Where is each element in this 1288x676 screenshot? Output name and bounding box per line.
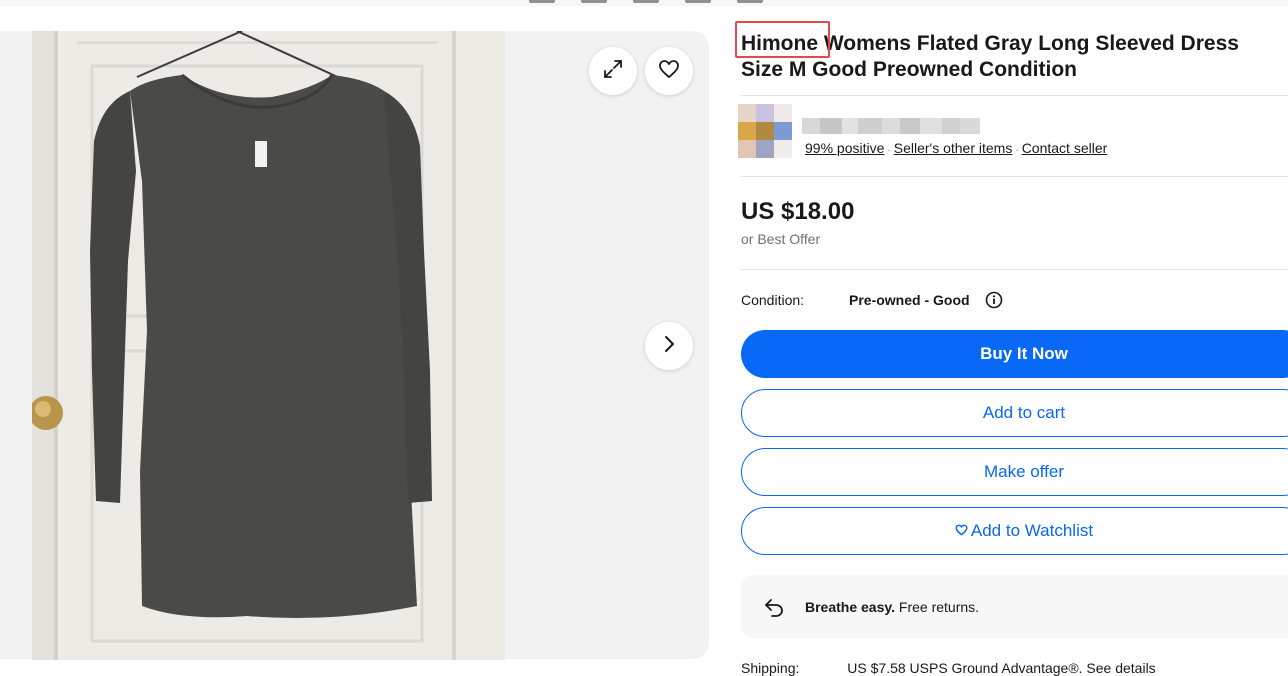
return-arrow-icon	[763, 596, 785, 623]
best-offer-text: or Best Offer	[741, 231, 821, 247]
heart-icon	[658, 59, 680, 84]
divider-title	[741, 95, 1288, 96]
shipping-text: US $7.58 USPS Ground Advantage®. See det…	[847, 660, 1156, 676]
thumbnail-strip-1[interactable]	[529, 0, 555, 3]
returns-bold: Breathe easy.	[805, 599, 896, 615]
thumbnail-strip-3[interactable]	[633, 0, 659, 3]
shipping-row: Shipping: US $7.58 USPS Ground Advantage…	[741, 660, 1156, 676]
divider-price	[741, 269, 1288, 270]
add-to-cart-button[interactable]: Add to cart	[741, 389, 1288, 437]
condition-value: Pre-owned - Good	[849, 292, 970, 308]
product-photo[interactable]	[32, 31, 505, 660]
thumbnail-strip-5[interactable]	[737, 0, 763, 3]
watchlist-heart-button[interactable]	[645, 47, 693, 95]
returns-text: Breathe easy. Free returns.	[805, 599, 979, 615]
thumbnail-strip-4[interactable]	[685, 0, 711, 3]
seller-links: 99% positive · Seller's other items · Contac…	[805, 140, 1107, 156]
buy-it-now-button[interactable]: Buy It Now	[741, 330, 1288, 378]
seller-other-items-link[interactable]: Seller's other items	[894, 140, 1013, 156]
expand-icon	[602, 58, 624, 85]
divider-seller	[741, 176, 1288, 177]
separator: ·	[1015, 145, 1019, 156]
price: US $18.00	[741, 198, 855, 225]
seller-feedback-link[interactable]: 99% positive	[805, 140, 884, 156]
seller-name-blurred[interactable]	[802, 118, 980, 134]
add-to-cart-label: Add to cart	[982, 403, 1066, 422]
condition-label: Condition:	[741, 292, 805, 308]
free-returns-banner: Breathe easy. Free returns.	[741, 575, 1288, 638]
shipping-label: Shipping:	[741, 660, 800, 676]
add-to-watchlist-label: Add to Watchlist	[970, 521, 1094, 540]
make-offer-button[interactable]: Make offer	[741, 448, 1288, 496]
make-offer-label: Make offer	[983, 462, 1064, 481]
add-to-watchlist-button[interactable]: Add to Watchlist	[741, 507, 1288, 555]
returns-detail: Free returns.	[895, 599, 980, 615]
seller-avatar[interactable]	[738, 104, 792, 158]
contact-seller-link[interactable]: Contact seller	[1022, 140, 1108, 156]
expand-image-button[interactable]	[589, 47, 637, 95]
separator: ·	[887, 145, 891, 156]
buy-it-now-label: Buy It Now	[980, 344, 1068, 363]
thumbnail-strip-2[interactable]	[581, 0, 607, 3]
info-icon[interactable]	[985, 291, 1003, 309]
heart-icon	[955, 521, 968, 541]
brand-highlight-box	[735, 21, 830, 58]
chevron-right-icon	[663, 334, 675, 359]
next-image-button[interactable]	[645, 322, 693, 370]
